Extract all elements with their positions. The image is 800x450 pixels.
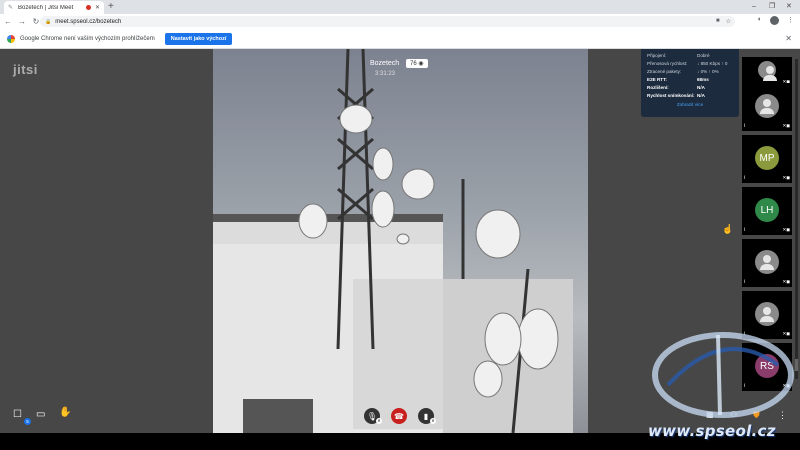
meeting-title: Bozetech — [370, 60, 400, 67]
chat-unread-badge: 5 — [24, 418, 31, 425]
browser-toolbar: ← → ↻ 🔒 meet.spseol.cz/bozetech ■ ☆ ◐ ⋮ — [0, 14, 800, 29]
avatar — [755, 94, 779, 118]
infobar-message: Google Chrome není vaším výchozím prohlí… — [20, 35, 155, 42]
stats-label: Ztracené pakety: — [647, 68, 682, 74]
lock-icon[interactable]: 🔒 — [45, 19, 51, 25]
new-tab-button[interactable]: + — [108, 1, 114, 13]
large-video[interactable] — [213, 49, 588, 433]
jitsi-favicon-icon: ✎ — [8, 4, 14, 11]
address-bar[interactable]: 🔒 meet.spseol.cz/bozetech ■ ☆ — [40, 16, 735, 27]
forward-icon[interactable]: → — [16, 17, 28, 26]
stats-value: ↓ 0% ↑ 0% — [697, 68, 719, 74]
browser-tab-bar: ✎ Bozetech | Jitsi Meet ✕ + – ❐ ✕ — [0, 0, 800, 14]
close-window-button[interactable]: ✕ — [786, 1, 792, 13]
stats-value: N/A — [697, 84, 705, 90]
mic-muted-icon: ✕ — [376, 418, 382, 424]
video-frame-antenna-tower — [213, 49, 573, 433]
recording-indicator-icon — [85, 5, 91, 10]
avatar — [758, 61, 777, 81]
participants-icon: ◉ — [418, 61, 424, 67]
info-icon[interactable]: i — [744, 279, 745, 285]
avatar: LH — [755, 198, 779, 222]
screenshare-icon[interactable]: ▭ — [36, 409, 45, 421]
camera-off-icon: ▮ — [423, 411, 429, 421]
filmstrip-tile[interactable]: LH i ✕◼ — [742, 187, 792, 235]
info-icon[interactable]: i — [744, 123, 745, 129]
tab-close-icon[interactable]: ✕ — [95, 4, 100, 11]
watermark-text: www.spseol.cz — [648, 422, 776, 440]
default-browser-infobar: Google Chrome není vaším výchozím prohlí… — [0, 29, 800, 49]
tab-title: Bozetech | Jitsi Meet — [18, 4, 74, 11]
chrome-logo-icon — [7, 34, 15, 43]
stats-label: Připojení: — [647, 52, 667, 58]
stats-value: ↓ 850 Kbps ↑ 0 — [697, 60, 728, 66]
profile-avatar-icon[interactable] — [770, 16, 779, 25]
mic-muted-icon: ✕◼ — [782, 227, 790, 232]
stats-value: N/A — [697, 92, 705, 98]
minimize-button[interactable]: – — [752, 1, 756, 13]
mic-muted-icon: ✕◼ — [782, 279, 790, 284]
filmstrip-tile[interactable]: i ✕◼ — [742, 83, 792, 131]
avatar: MP — [755, 146, 779, 170]
mouse-cursor-icon: ☝ — [722, 224, 734, 234]
chat-icon[interactable]: ☐ — [13, 409, 22, 421]
info-icon[interactable]: i — [744, 227, 745, 233]
participant-count: 76 — [410, 61, 417, 67]
camera-muted-icon: ✕ — [430, 418, 436, 424]
browser-tab[interactable]: ✎ Bozetech | Jitsi Meet ✕ — [4, 1, 104, 14]
filmstrip-tile[interactable]: MP i ✕◼ — [742, 135, 792, 183]
avatar — [755, 250, 779, 274]
stats-label: E2E RTT: — [647, 76, 667, 82]
stats-label: Přenosová rychlost: — [647, 60, 688, 66]
back-icon[interactable]: ← — [2, 17, 14, 26]
mic-muted-icon: ✕◼ — [782, 123, 790, 128]
meeting-timer: 3:31:23 — [375, 71, 396, 77]
show-more-link[interactable]: Zobrazit více — [647, 102, 733, 107]
filmstrip-tile[interactable]: i ✕◼ — [742, 239, 792, 287]
maximize-button[interactable]: ❐ — [769, 1, 775, 13]
info-icon[interactable]: i — [744, 175, 745, 181]
stats-value: 68ms — [697, 76, 709, 82]
connection-stats-popover: Připojení: Dobré Přenosová rychlost: ↓ 850… — [641, 49, 739, 117]
phone-hangup-icon: ☎ — [394, 411, 404, 421]
jitsi-logo: jitsi — [13, 62, 38, 77]
participant-count-badge[interactable]: 76 ◉ — [406, 59, 428, 68]
spseol-logo-icon — [652, 332, 794, 418]
url-text: meet.spseol.cz/bozetech — [55, 18, 122, 25]
menu-kebab-icon[interactable]: ⋮ — [787, 16, 794, 25]
avatar — [755, 302, 779, 326]
hangup-button[interactable]: ☎ — [391, 408, 407, 424]
infobar-close-icon[interactable]: ✕ — [785, 34, 792, 43]
stats-label: Rychlost snímkování: — [647, 92, 695, 98]
camera-permission-icon[interactable]: ■ — [716, 18, 720, 25]
stats-value: Dobré — [697, 52, 710, 58]
mic-muted-icon: ✕◼ — [782, 175, 790, 180]
stats-label: Rozlišení: — [647, 84, 669, 90]
extension-icon[interactable]: ◐ — [758, 16, 762, 25]
raise-hand-icon[interactable]: ✋ — [59, 407, 71, 419]
set-default-button[interactable]: Nastavit jako výchozí — [164, 32, 233, 45]
bookmark-star-icon[interactable]: ☆ — [726, 18, 731, 25]
